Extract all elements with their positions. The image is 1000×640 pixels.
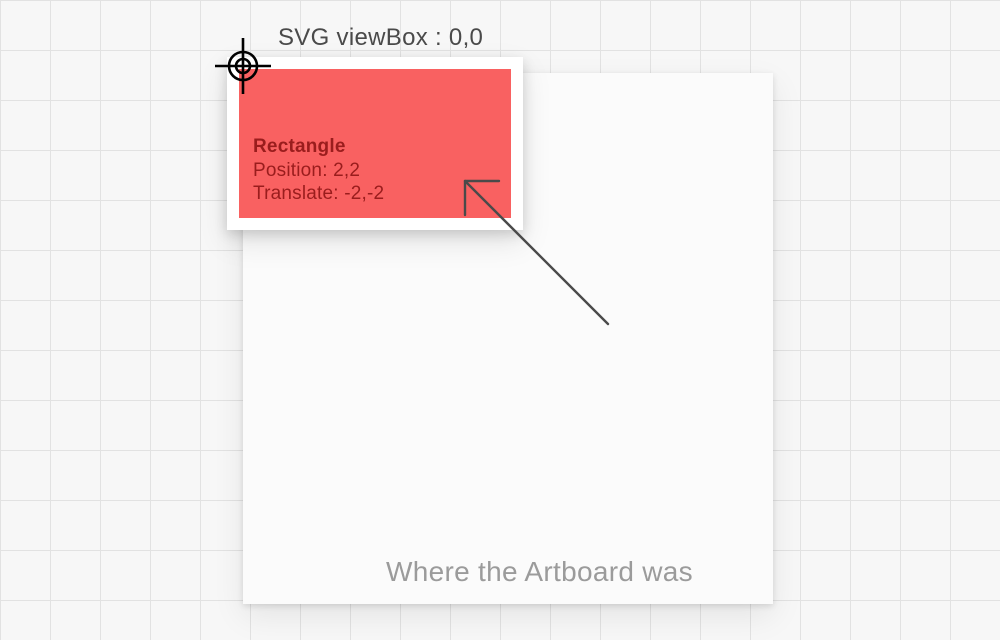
- rectangle-title: Rectangle: [253, 135, 384, 159]
- rectangle-position: Position: 2,2: [253, 160, 360, 181]
- rectangle-translate: Translate: -2,-2: [253, 183, 384, 204]
- diagram-stage: Where the Artboard was Rectangle Positio…: [0, 0, 1000, 640]
- translated-rectangle-card: Rectangle Position: 2,2 Translate: -2,-2: [227, 57, 523, 230]
- artboard-caption: Where the Artboard was: [386, 556, 693, 588]
- rectangle-fill: Rectangle Position: 2,2 Translate: -2,-2: [239, 69, 511, 218]
- rectangle-properties: Rectangle Position: 2,2 Translate: -2,-2: [253, 135, 384, 206]
- crosshair-icon: [215, 38, 271, 94]
- viewbox-origin-label: SVG viewBox : 0,0: [278, 24, 483, 52]
